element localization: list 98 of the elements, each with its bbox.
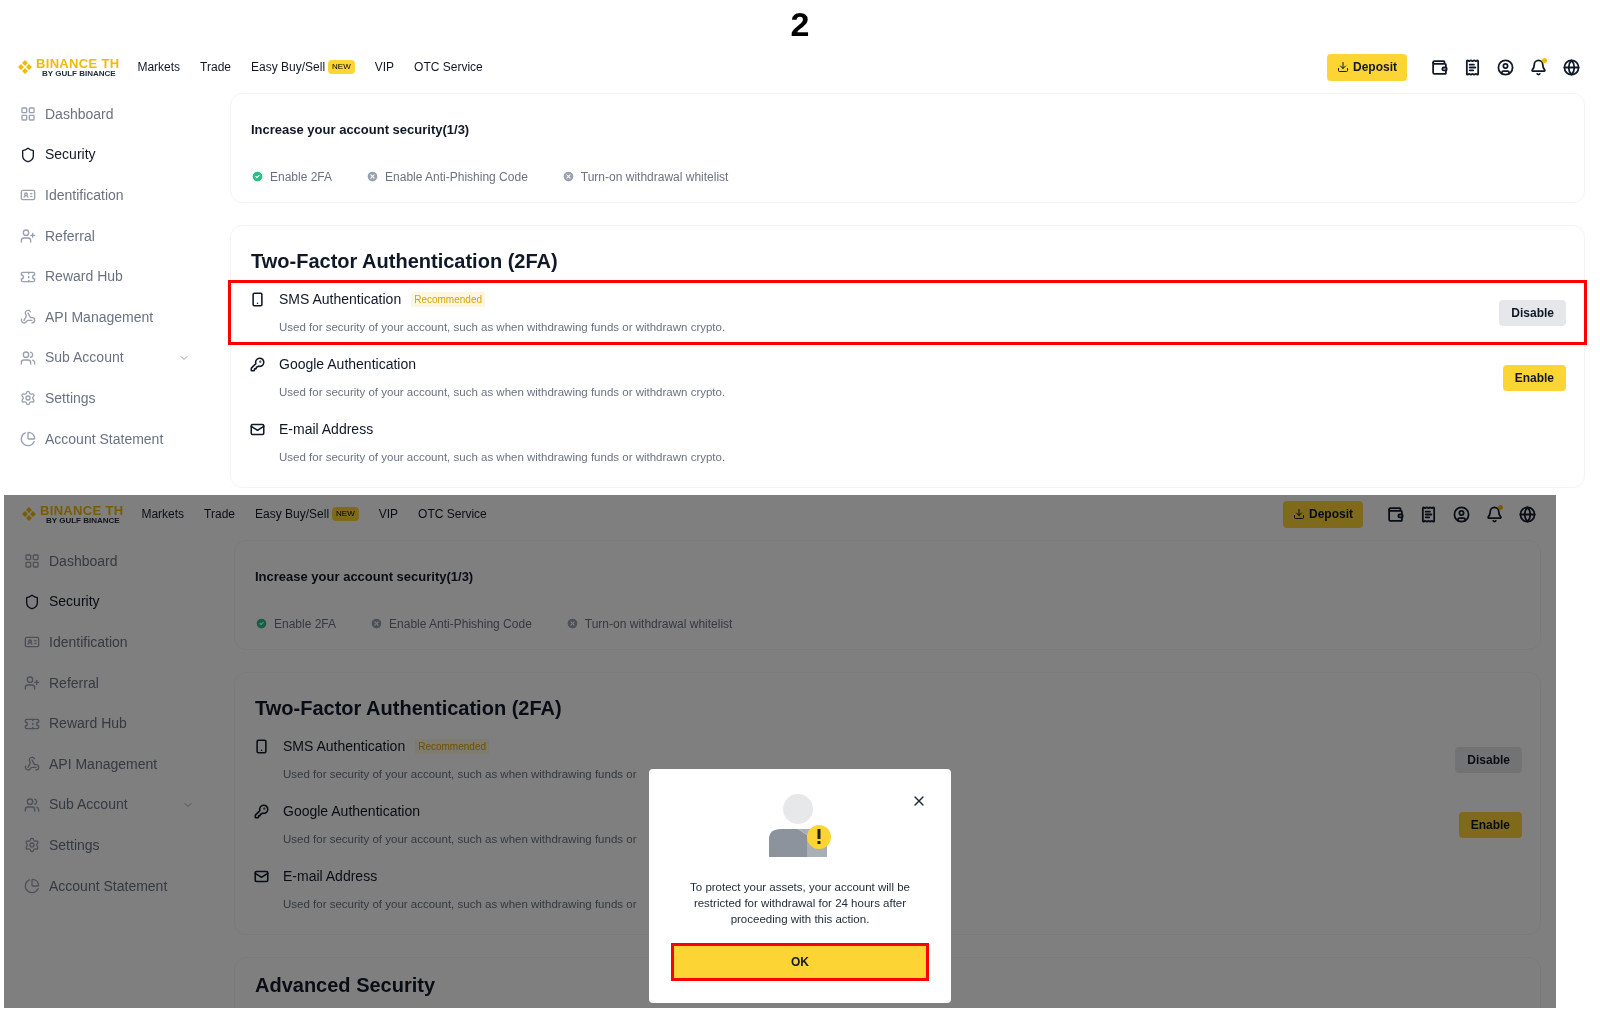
wallet-icon[interactable]: [1431, 58, 1448, 76]
user-plus-icon: [20, 228, 36, 245]
sidebar-item[interactable]: Settings: [24, 825, 194, 866]
logo-icon: [18, 60, 32, 74]
settings-icon: [20, 390, 36, 407]
method-title: Google Authentication: [279, 354, 416, 374]
recommended-badge: Recommended: [415, 738, 489, 754]
method-title: SMS Authentication: [279, 289, 402, 309]
nav-link[interactable]: Trade: [200, 58, 231, 76]
settings-icon: [24, 837, 40, 854]
nav-link[interactable]: Easy Buy/Sell: [255, 505, 330, 523]
key-icon: [250, 356, 265, 372]
sidebar-item[interactable]: Settings: [20, 378, 190, 419]
mail-icon: [254, 868, 269, 884]
recommended-badge: Recommended: [411, 291, 485, 307]
logo-subtitle: BY GULF BINANCE: [46, 516, 121, 525]
globe-icon[interactable]: [1563, 58, 1580, 76]
step-label: Turn-on withdrawal whitelist: [584, 615, 733, 633]
sidebar-item[interactable]: Account Statement: [24, 865, 194, 907]
nav-link[interactable]: OTC Service: [418, 505, 487, 523]
deposit-button[interactable]: Deposit: [1327, 53, 1407, 81]
method-description: Used for security of your account, such as when withdrawing funds or: [283, 831, 637, 847]
card-title: Increase your account security(1/3): [255, 568, 475, 586]
step-label: Enable Anti-Phishing Code: [389, 615, 532, 633]
receipt-icon[interactable]: [1464, 58, 1481, 76]
logo-subtitle: BY GULF BINANCE: [42, 69, 117, 78]
sidebar-item[interactable]: Dashboard: [24, 541, 194, 582]
enable-button[interactable]: Enable: [1502, 364, 1566, 391]
nav-link[interactable]: VIP: [378, 505, 399, 523]
nav-link[interactable]: VIP: [374, 58, 395, 76]
nav-link[interactable]: Trade: [204, 505, 235, 523]
bell-icon[interactable]: [1530, 58, 1547, 76]
shield-icon: [24, 593, 40, 610]
logo-icon: [22, 507, 36, 521]
nav-link[interactable]: Markets: [141, 505, 185, 523]
logo-text: BINANCE TH: [40, 503, 124, 517]
webhook-icon: [24, 756, 40, 773]
user-warning-icon: [767, 793, 833, 857]
disable-button[interactable]: Disable: [1499, 299, 1566, 326]
phone-icon: [250, 291, 265, 307]
nav-link[interactable]: Easy Buy/Sell: [251, 58, 326, 76]
logo-text: BINANCE TH: [36, 56, 120, 70]
sidebar-item[interactable]: API Management: [20, 296, 190, 338]
step-label: Enable Anti-Phishing Code: [385, 168, 528, 186]
section-heading: Two-Factor Authentication (2FA): [250, 249, 559, 274]
download-icon: [1293, 508, 1305, 520]
section-heading: Two-Factor Authentication (2FA): [254, 696, 563, 721]
user-plus-icon: [24, 675, 40, 692]
method-title: E-mail Address: [283, 866, 378, 886]
step-label: Turn-on withdrawal whitelist: [580, 168, 729, 186]
method-description: Used for security of your account, such as when withdrawing funds or: [283, 896, 637, 912]
disable-button[interactable]: Disable: [1455, 746, 1522, 773]
sidebar-item[interactable]: Referral: [20, 215, 190, 257]
sidebar-item[interactable]: Reward Hub: [24, 703, 194, 744]
card-title: Increase your account security(1/3): [251, 121, 471, 139]
sidebar-item[interactable]: Referral: [24, 662, 194, 704]
method-description: Used for security of your account, such as when withdrawing funds or withdrawn crypto.: [279, 319, 726, 335]
deposit-button[interactable]: Deposit: [1283, 500, 1363, 528]
users-icon: [24, 796, 40, 813]
method-description: Used for security of your account, such as when withdrawing funds or: [283, 766, 637, 782]
nav-link[interactable]: OTC Service: [414, 58, 483, 76]
sidebar-item[interactable]: Sub Account: [24, 784, 194, 826]
dashboard-icon: [20, 106, 36, 123]
nav-link[interactable]: Markets: [137, 58, 181, 76]
mail-icon: [250, 421, 265, 437]
method-title: SMS Authentication: [283, 736, 406, 756]
step-label: Enable 2FA: [270, 168, 333, 186]
method-title: Google Authentication: [283, 801, 420, 821]
webhook-icon: [20, 309, 36, 326]
sidebar-item[interactable]: Security: [24, 581, 194, 623]
dialog-message: To protect your assets, your account will be restricted for withdrawal for 24 hours after proceeding with this action.: [689, 880, 911, 927]
sidebar-item[interactable]: Sub Account: [20, 337, 190, 379]
pie-chart-icon: [24, 878, 40, 895]
step-label: Enable 2FA: [274, 615, 337, 633]
method-description: Used for security of your account, such as when withdrawing funds or withdrawn crypto.: [279, 384, 726, 400]
users-icon: [20, 349, 36, 366]
sidebar-item[interactable]: Identification: [20, 175, 190, 216]
shield-icon: [20, 146, 36, 163]
step-number: 2: [789, 4, 811, 45]
key-icon: [254, 803, 269, 819]
sidebar-item[interactable]: Identification: [24, 622, 194, 663]
section-heading: Advanced Security: [255, 973, 437, 998]
download-icon: [1337, 61, 1349, 73]
method-title: E-mail Address: [279, 419, 374, 439]
user-icon[interactable]: [1497, 58, 1514, 76]
phone-icon: [254, 738, 269, 754]
sidebar-item[interactable]: Account Statement: [20, 418, 190, 460]
pie-chart-icon: [20, 431, 36, 448]
sidebar-item[interactable]: API Management: [24, 743, 194, 785]
sidebar-item[interactable]: Dashboard: [20, 94, 190, 135]
sidebar-item[interactable]: Reward Hub: [20, 256, 190, 297]
ok-button[interactable]: OK: [671, 943, 929, 981]
method-description: Used for security of your account, such as when withdrawing funds or withdrawn crypto.: [279, 449, 726, 465]
dashboard-icon: [24, 553, 40, 570]
enable-button[interactable]: Enable: [1458, 811, 1522, 838]
sidebar-item[interactable]: Security: [20, 134, 190, 176]
new-badge: NEW: [332, 507, 359, 521]
new-badge: NEW: [328, 60, 355, 74]
